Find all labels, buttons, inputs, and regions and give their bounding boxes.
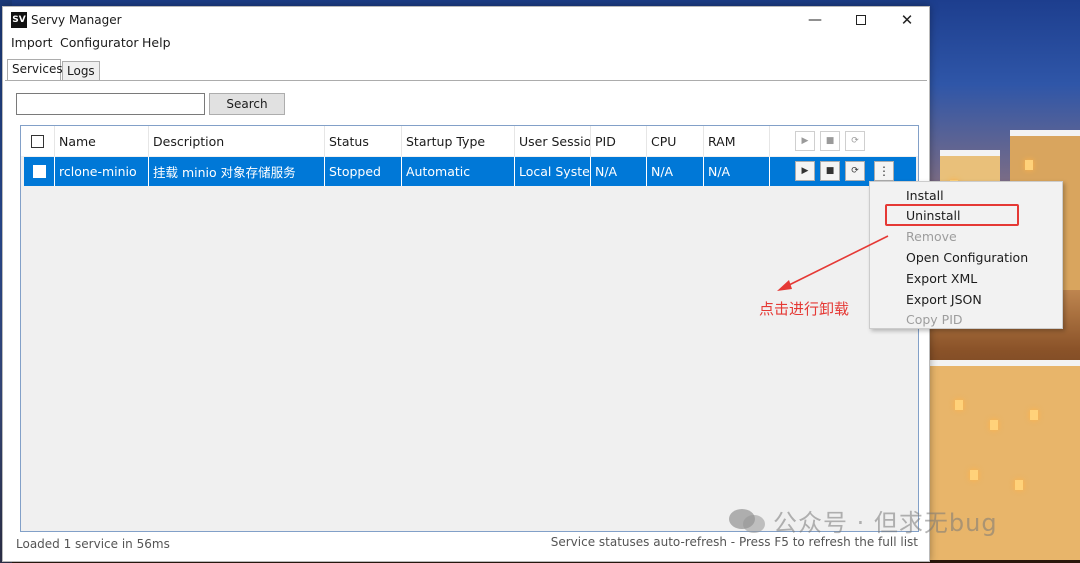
row-checkbox[interactable] [32,165,46,178]
header-controls-cell: ▶ ■ ⟳ [770,126,918,156]
stop-all-button[interactable]: ■ [820,131,840,151]
restart-service-button[interactable]: ⟳ [845,161,865,181]
stop-service-button[interactable]: ■ [820,161,840,181]
play-icon: ▶ [801,136,809,146]
menu-item-export-xml[interactable]: Export XML [906,271,977,286]
menu-item-copy-pid: Copy PID [906,312,963,327]
watermark-text: 公众号 · 但求无bug [773,509,998,537]
menu-import[interactable]: Import [11,35,53,50]
more-icon: ⋮ [878,164,890,178]
row-select-cell [24,157,55,186]
column-header-pid[interactable]: PID [591,126,647,156]
title-bar[interactable]: SV Servy Manager — ✕ [3,7,929,33]
select-all-cell [21,126,55,156]
menu-item-install[interactable]: Install [906,188,944,203]
menu-item-remove: Remove [906,229,957,244]
column-header-user-session[interactable]: User Session [515,126,591,156]
cell-startup-type: Automatic [402,157,515,186]
cell-pid: N/A [591,157,647,186]
column-header-description[interactable]: Description [149,126,325,156]
play-icon: ▶ [801,166,809,176]
cell-name: rclone-minio [55,157,149,186]
column-header-ram[interactable]: RAM [704,126,770,156]
menu-item-export-json[interactable]: Export JSON [906,292,982,307]
column-header-startup-type[interactable]: Startup Type [402,126,515,156]
close-icon: ✕ [900,11,914,29]
search-input[interactable] [16,93,205,115]
stop-icon: ■ [825,166,835,176]
restart-icon: ⟳ [851,136,859,146]
cell-user-session: Local System [515,157,591,186]
minimize-button[interactable]: — [792,7,838,33]
app-logo-icon: SV [11,12,27,28]
grid-header: Name Description Status Startup Type Use… [21,126,918,156]
annotation-text: 点击进行卸载 [759,300,850,318]
window-title: Servy Manager [31,13,122,27]
restart-icon: ⟳ [851,166,859,176]
start-service-button[interactable]: ▶ [795,161,815,181]
column-header-name[interactable]: Name [55,126,149,156]
context-menu: Install Uninstall Remove Open Configurat… [869,181,1063,329]
column-header-cpu[interactable]: CPU [647,126,704,156]
cell-description: 挂载 minio 对象存储服务 [149,157,325,186]
cell-status: Stopped [325,157,402,186]
watermark: 公众号 · 但求无bug [727,503,998,538]
select-all-checkbox[interactable] [31,134,44,148]
maximize-icon [856,15,866,25]
app-window: SV Servy Manager — ✕ Import Configurator… [2,6,930,562]
menu-item-open-configuration[interactable]: Open Configuration [906,250,1028,265]
services-grid: Name Description Status Startup Type Use… [20,125,919,532]
column-header-status[interactable]: Status [325,126,402,156]
cell-cpu: N/A [647,157,704,186]
close-button[interactable]: ✕ [884,7,930,33]
play-all-button[interactable]: ▶ [795,131,815,151]
tab-logs[interactable]: Logs [62,61,100,81]
wechat-icon [727,507,767,535]
tab-services[interactable]: Services [7,59,63,81]
minimize-icon: — [808,12,822,28]
menu-configurator[interactable]: Configurator [60,35,139,50]
menu-bar: Import Configurator Help [3,33,929,55]
table-row[interactable]: rclone-minio 挂载 minio 对象存储服务 Stopped Aut… [24,157,916,186]
more-actions-button[interactable]: ⋮ [874,161,894,181]
status-message: Loaded 1 service in 56ms [16,537,170,551]
maximize-button[interactable] [838,7,884,33]
stop-icon: ■ [825,136,835,146]
uninstall-highlight-box [885,204,1019,226]
search-button[interactable]: Search [209,93,285,115]
menu-help[interactable]: Help [142,35,171,50]
restart-all-button[interactable]: ⟳ [845,131,865,151]
cell-ram: N/A [704,157,770,186]
tab-divider [5,80,927,81]
